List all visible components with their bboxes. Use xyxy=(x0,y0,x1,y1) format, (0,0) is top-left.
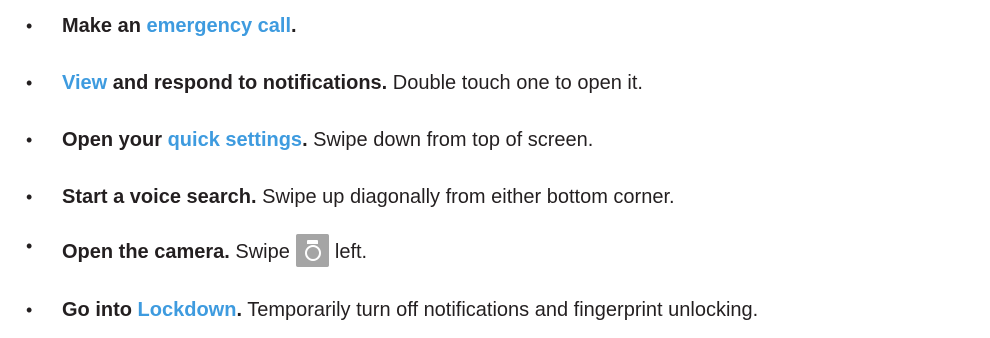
list-item-emergency-call: • Make an emergency call. xyxy=(0,11,990,41)
emergency-call-link[interactable]: emergency call xyxy=(146,15,291,37)
item-text: Go into Lockdown. Temporarily turn off n… xyxy=(62,295,758,325)
item-description-end: left. xyxy=(334,241,368,263)
camera-icon xyxy=(295,234,329,268)
bullet: • xyxy=(26,130,33,150)
item-lead: and respond to notifications. xyxy=(107,72,388,94)
item-lead: Make an xyxy=(62,15,147,37)
item-description: Temporarily turn off notifications and f… xyxy=(242,299,759,321)
bullet: • xyxy=(26,300,33,320)
item-lead: Start a voice search. xyxy=(62,186,257,208)
item-text: Start a voice search. Swipe up diagonall… xyxy=(62,182,675,212)
item-description: Swipe down from top of screen. xyxy=(307,129,594,151)
bullet-list: • Make an emergency call. • View and res… xyxy=(0,0,990,338)
list-item-voice-search: • Start a voice search. Swipe up diagona… xyxy=(0,182,990,212)
item-description: Swipe xyxy=(229,241,290,263)
bullet: • xyxy=(26,187,33,207)
lockdown-link[interactable]: Lockdown xyxy=(138,299,237,321)
item-description: Double touch one to open it. xyxy=(387,72,643,94)
camera-hump xyxy=(306,240,318,245)
bullet: • xyxy=(26,73,33,93)
bullet: • xyxy=(26,236,33,256)
item-text: Open your quick settings. Swipe down fro… xyxy=(62,125,593,155)
list-item-notifications: • View and respond to notifications. Dou… xyxy=(0,68,990,98)
bullet: • xyxy=(26,16,33,36)
item-end: . xyxy=(291,15,297,37)
list-item-quick-settings: • Open your quick settings. Swipe down f… xyxy=(0,125,990,155)
item-description: Swipe up diagonally from either bottom c… xyxy=(256,186,675,208)
item-lead: Open your xyxy=(62,129,168,151)
item-text: Open the camera. Swipe left. xyxy=(62,234,368,268)
view-link[interactable]: View xyxy=(62,72,107,94)
quick-settings-link[interactable]: quick settings xyxy=(168,129,302,151)
item-text: Make an emergency call. xyxy=(62,11,297,41)
item-lead: Go into xyxy=(62,299,138,321)
item-text: View and respond to notifications. Doubl… xyxy=(62,68,643,98)
list-item-camera: • Open the camera. Swipe left. xyxy=(0,234,990,268)
camera-lens xyxy=(304,245,321,262)
list-item-lockdown: • Go into Lockdown. Temporarily turn off… xyxy=(0,295,990,325)
item-lead: Open the camera. xyxy=(62,241,230,263)
